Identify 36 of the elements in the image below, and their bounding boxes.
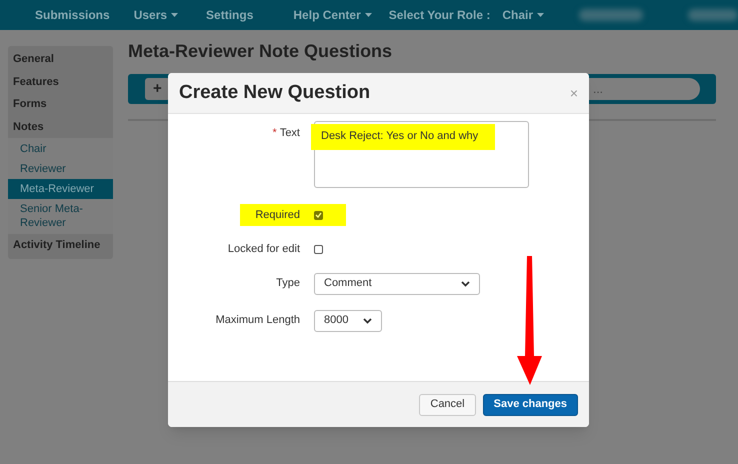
sidebar-item[interactable]: Forms bbox=[8, 93, 113, 116]
save-button[interactable]: Save changes bbox=[482, 394, 578, 416]
select-dropdown[interactable]: 8000 bbox=[314, 310, 382, 332]
chevron-down-icon bbox=[461, 280, 470, 286]
sidebar-item[interactable]: Activity Timeline bbox=[8, 234, 113, 256]
sidebar-item[interactable]: Notes bbox=[8, 116, 113, 138]
nav-link[interactable]: Settings bbox=[206, 6, 254, 24]
page-title: Meta-Reviewer Note Questions bbox=[128, 40, 394, 62]
redaction-blur bbox=[688, 9, 738, 21]
nav-link[interactable]: Help Center bbox=[293, 6, 372, 24]
field-label: Text bbox=[280, 127, 300, 139]
redaction-blur bbox=[579, 9, 643, 21]
sidebar-subitem[interactable]: Meta-Reviewer bbox=[8, 179, 113, 199]
field-label: Maximum Length bbox=[214, 313, 300, 328]
sidebar-subitem[interactable]: Senior Meta-Reviewer bbox=[8, 199, 113, 233]
text-area-field[interactable]: Desk Reject: Yes or No and why bbox=[314, 121, 529, 188]
add-button[interactable]: + bbox=[145, 78, 170, 100]
field-label: Type bbox=[275, 276, 300, 292]
checkbox[interactable] bbox=[314, 244, 323, 254]
role-label: Select Your Role : bbox=[388, 7, 490, 24]
nav-link[interactable]: Users bbox=[134, 6, 178, 24]
sidebar-subitem[interactable]: Chair bbox=[8, 139, 113, 159]
sidebar-item[interactable]: Features bbox=[8, 70, 113, 93]
chevron-down-icon bbox=[363, 318, 372, 324]
field-label: Locked for edit bbox=[226, 242, 300, 257]
select-dropdown[interactable]: Comment bbox=[314, 272, 480, 294]
sidebar-subitem[interactable]: Reviewer bbox=[8, 159, 113, 179]
required-mark: * bbox=[272, 127, 277, 139]
close-button[interactable]: × bbox=[570, 86, 578, 100]
field-label: Required bbox=[254, 208, 300, 223]
sidebar-item[interactable]: General bbox=[8, 48, 113, 70]
role-dropdown[interactable]: Chair bbox=[502, 6, 544, 24]
field-value: Desk Reject: Yes or No and why bbox=[311, 124, 495, 150]
cancel-button[interactable]: Cancel bbox=[419, 394, 476, 416]
modal-title: Create New Question bbox=[179, 80, 370, 105]
nav-link[interactable]: Submissions bbox=[35, 6, 110, 24]
